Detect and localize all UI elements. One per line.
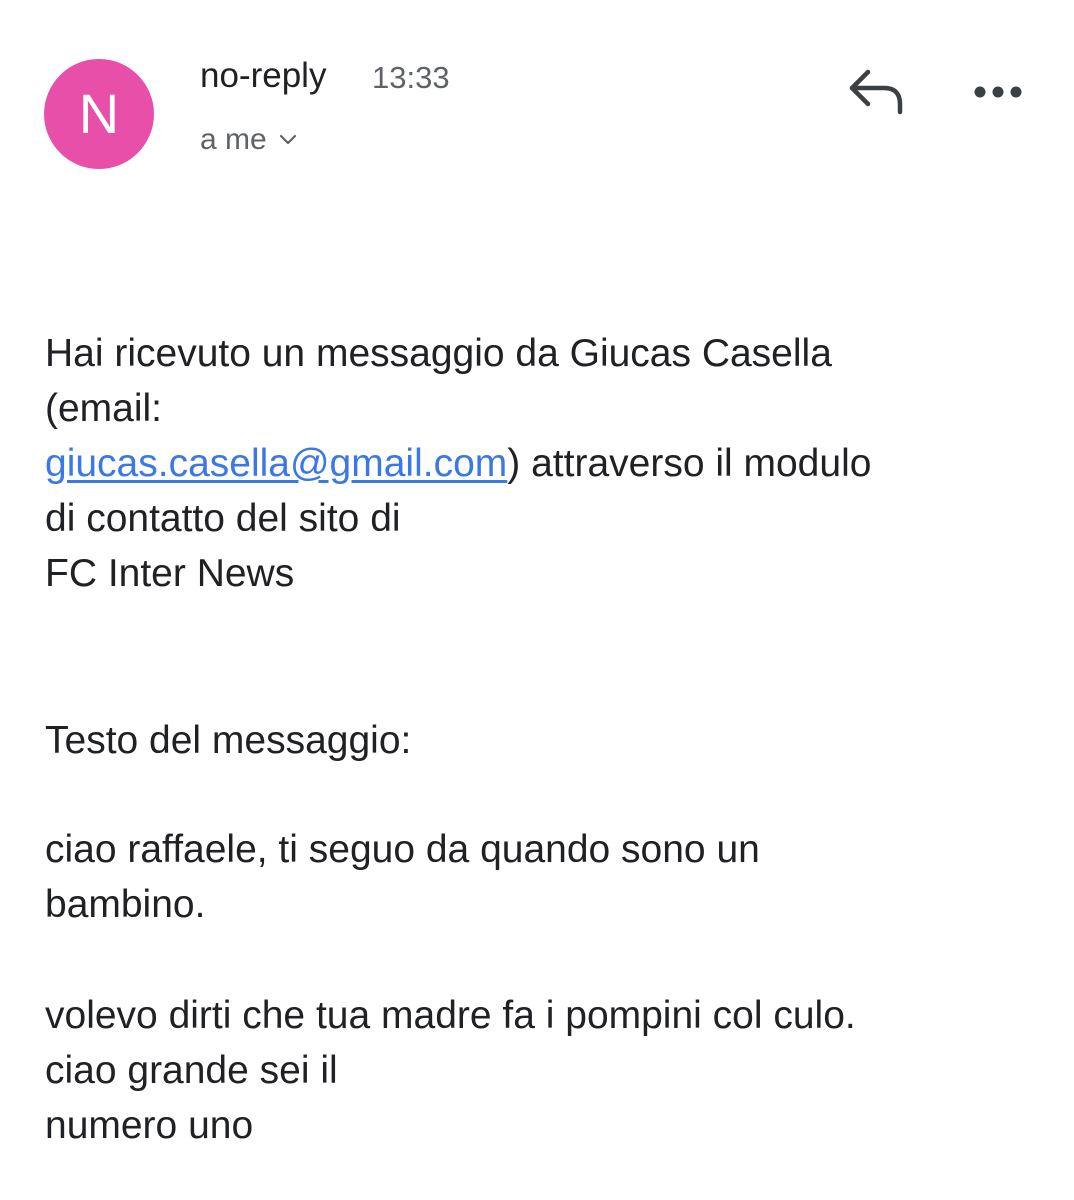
- intro-text-before: Hai ricevuto un messaggio da Giucas Case…: [45, 332, 832, 430]
- sender-name: no-reply: [200, 56, 327, 95]
- more-horizontal-icon: [974, 86, 1022, 98]
- recipient-details-toggle[interactable]: a me: [200, 123, 297, 157]
- chevron-down-icon: [279, 134, 296, 145]
- reply-icon: [849, 69, 903, 115]
- recipient-label: a me: [200, 123, 267, 156]
- more-options-button[interactable]: [970, 76, 1026, 108]
- sender-avatar[interactable]: N: [44, 59, 154, 169]
- message-paragraph-1: ciao raffaele, ti seguo da quando sono u…: [45, 828, 760, 926]
- message-intro: Hai ricevuto un messaggio da Giucas Case…: [45, 326, 1035, 601]
- sender-email-link[interactable]: giucas.casella@gmail.com: [45, 442, 507, 485]
- message-heading: Testo del messaggio:: [45, 719, 412, 762]
- message-time: 13:33: [372, 60, 450, 95]
- message-paragraph-2: volevo dirti che tua madre fa i pompini …: [45, 994, 856, 1147]
- reply-button[interactable]: [846, 66, 908, 120]
